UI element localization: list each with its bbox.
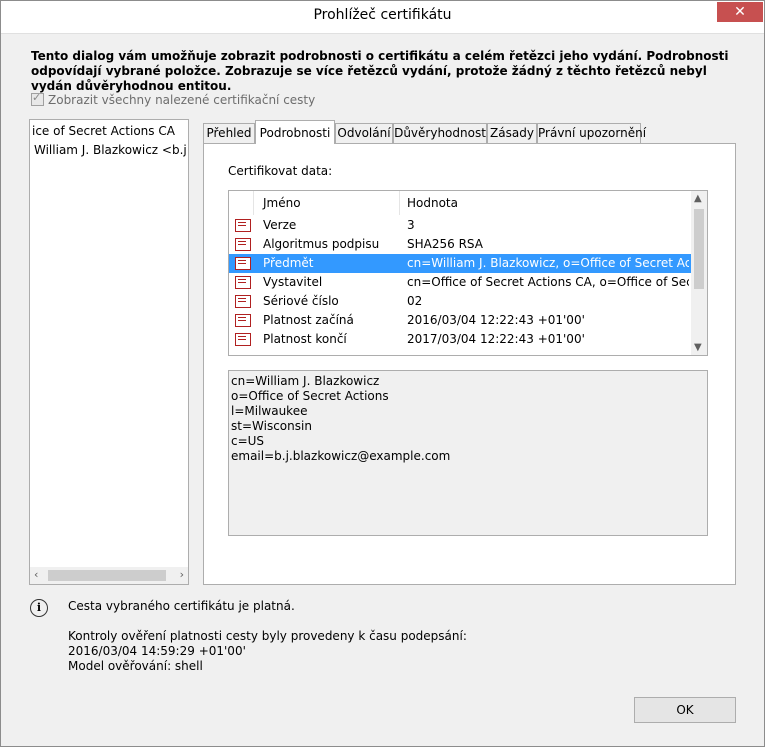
validation-text: Kontroly ověření platnosti cesty byly pr… (68, 629, 467, 643)
certificate-field-icon (235, 295, 251, 308)
scroll-up-icon[interactable]: ▲ (694, 193, 702, 204)
field-name: Verze (263, 218, 297, 232)
certificate-field-icon (235, 257, 251, 270)
field-value: 2017/03/04 12:22:43 +01'00' (407, 332, 585, 346)
status-text: Cesta vybraného certifikátu je platná. (68, 599, 295, 613)
field-value: 3 (407, 218, 415, 232)
tree-hscrollbar[interactable]: ‹ › (30, 567, 188, 584)
list-item-selected[interactable]: Předmět cn=William J. Blazkowicz, o=Offi… (229, 254, 691, 273)
tab-prehled[interactable]: Přehled (203, 123, 255, 143)
certificate-data-label: Certifikovat data: (228, 164, 333, 178)
certificate-fields-list[interactable]: Jméno Hodnota Verze 3 Algoritmus podpisu… (228, 190, 708, 356)
checkbox-check-icon[interactable] (31, 91, 44, 106)
field-name: Předmět (263, 256, 314, 270)
info-icon: i (30, 599, 48, 617)
tab-duveryhodnost[interactable]: Důvěryhodnost (393, 123, 487, 143)
field-name: Algoritmus podpisu (263, 237, 380, 251)
list-item[interactable]: Platnost končí 2017/03/04 12:22:43 +01'0… (229, 330, 691, 349)
list-item[interactable]: Platnost začíná 2016/03/04 12:22:43 +01'… (229, 311, 691, 330)
field-value: 02 (407, 294, 423, 308)
field-value: SHA256 RSA (407, 237, 483, 251)
show-all-paths-label: Zobrazit všechny nalezené certifikační c… (48, 93, 316, 107)
column-header-value[interactable]: Hodnota (407, 196, 458, 210)
detail-line: o=Office of Secret Actions (231, 389, 389, 403)
tab-odvolani[interactable]: Odvolání (335, 123, 393, 143)
certificate-field-icon (235, 238, 251, 251)
certificate-field-icon (235, 314, 251, 327)
tab-pravni-upozorneni[interactable]: Právní upozornění (537, 123, 646, 143)
field-value: cn=Office of Secret Actions CA, o=Office… (407, 275, 689, 289)
intro-text: Tento dialog vám umožňuje zobrazit podro… (31, 49, 729, 93)
validation-model: Model ověřování: shell (68, 659, 203, 673)
list-item[interactable]: Verze 3 (229, 216, 691, 235)
scroll-thumb[interactable] (694, 209, 704, 289)
column-header-name[interactable]: Jméno (263, 196, 301, 210)
list-header: Jméno Hodnota (229, 191, 691, 215)
certificate-tree[interactable]: ice of Secret Actions CA William J. Blaz… (29, 119, 189, 585)
scroll-left-icon[interactable]: ‹ (34, 568, 38, 581)
column-separator[interactable] (399, 191, 400, 215)
tree-item-issuer[interactable]: ice of Secret Actions CA (32, 124, 175, 138)
scroll-right-icon[interactable]: › (180, 568, 184, 581)
show-all-paths-checkbox[interactable]: Zobrazit všechny nalezené certifikační c… (31, 91, 316, 107)
list-item[interactable]: Vystavitel cn=Office of Secret Actions C… (229, 273, 691, 292)
detail-line: cn=William J. Blazkowicz (231, 374, 380, 388)
tree-item-subject[interactable]: William J. Blazkowicz <b.j.bla (34, 143, 188, 157)
title-bar[interactable]: Prohlížeč certifikátu ✕ (1, 1, 764, 34)
list-item[interactable]: Algoritmus podpisu SHA256 RSA (229, 235, 691, 254)
validation-time: 2016/03/04 14:59:29 +01'00' (68, 644, 246, 658)
field-name: Vystavitel (263, 275, 323, 289)
tab-podrobnosti[interactable]: Podrobnosti (255, 120, 335, 144)
certificate-field-icon (235, 333, 251, 346)
tab-zasady[interactable]: Zásady (487, 123, 537, 143)
detail-line: l=Milwaukee (231, 404, 308, 418)
field-detail-box[interactable]: cn=William J. Blazkowicz o=Office of Sec… (228, 370, 708, 536)
certificate-field-icon (235, 219, 251, 232)
list-item[interactable]: Sériové číslo 02 (229, 292, 691, 311)
column-separator (253, 191, 254, 215)
close-icon[interactable]: ✕ (717, 2, 763, 22)
field-value: cn=William J. Blazkowicz, o=Office of Se… (407, 256, 689, 270)
field-name: Platnost končí (263, 332, 347, 346)
dialog-window: Prohlížeč certifikátu ✕ Tento dialog vám… (0, 0, 765, 747)
detail-line: st=Wisconsin (231, 419, 312, 433)
list-vscrollbar[interactable]: ▲ ▼ (691, 191, 707, 355)
certificate-field-icon (235, 276, 251, 289)
field-name: Platnost začíná (263, 313, 354, 327)
field-value: 2016/03/04 12:22:43 +01'00' (407, 313, 585, 327)
scroll-thumb[interactable] (48, 570, 166, 581)
field-name: Sériové číslo (263, 294, 339, 308)
details-tab-page: Certifikovat data: Jméno Hodnota Verze 3… (203, 143, 736, 585)
detail-line: email=b.j.blazkowicz@example.com (231, 449, 451, 463)
ok-button[interactable]: OK (634, 697, 736, 723)
detail-line: c=US (231, 434, 265, 448)
scroll-down-icon[interactable]: ▼ (694, 342, 702, 353)
window-title: Prohlížeč certifikátu (313, 7, 452, 23)
